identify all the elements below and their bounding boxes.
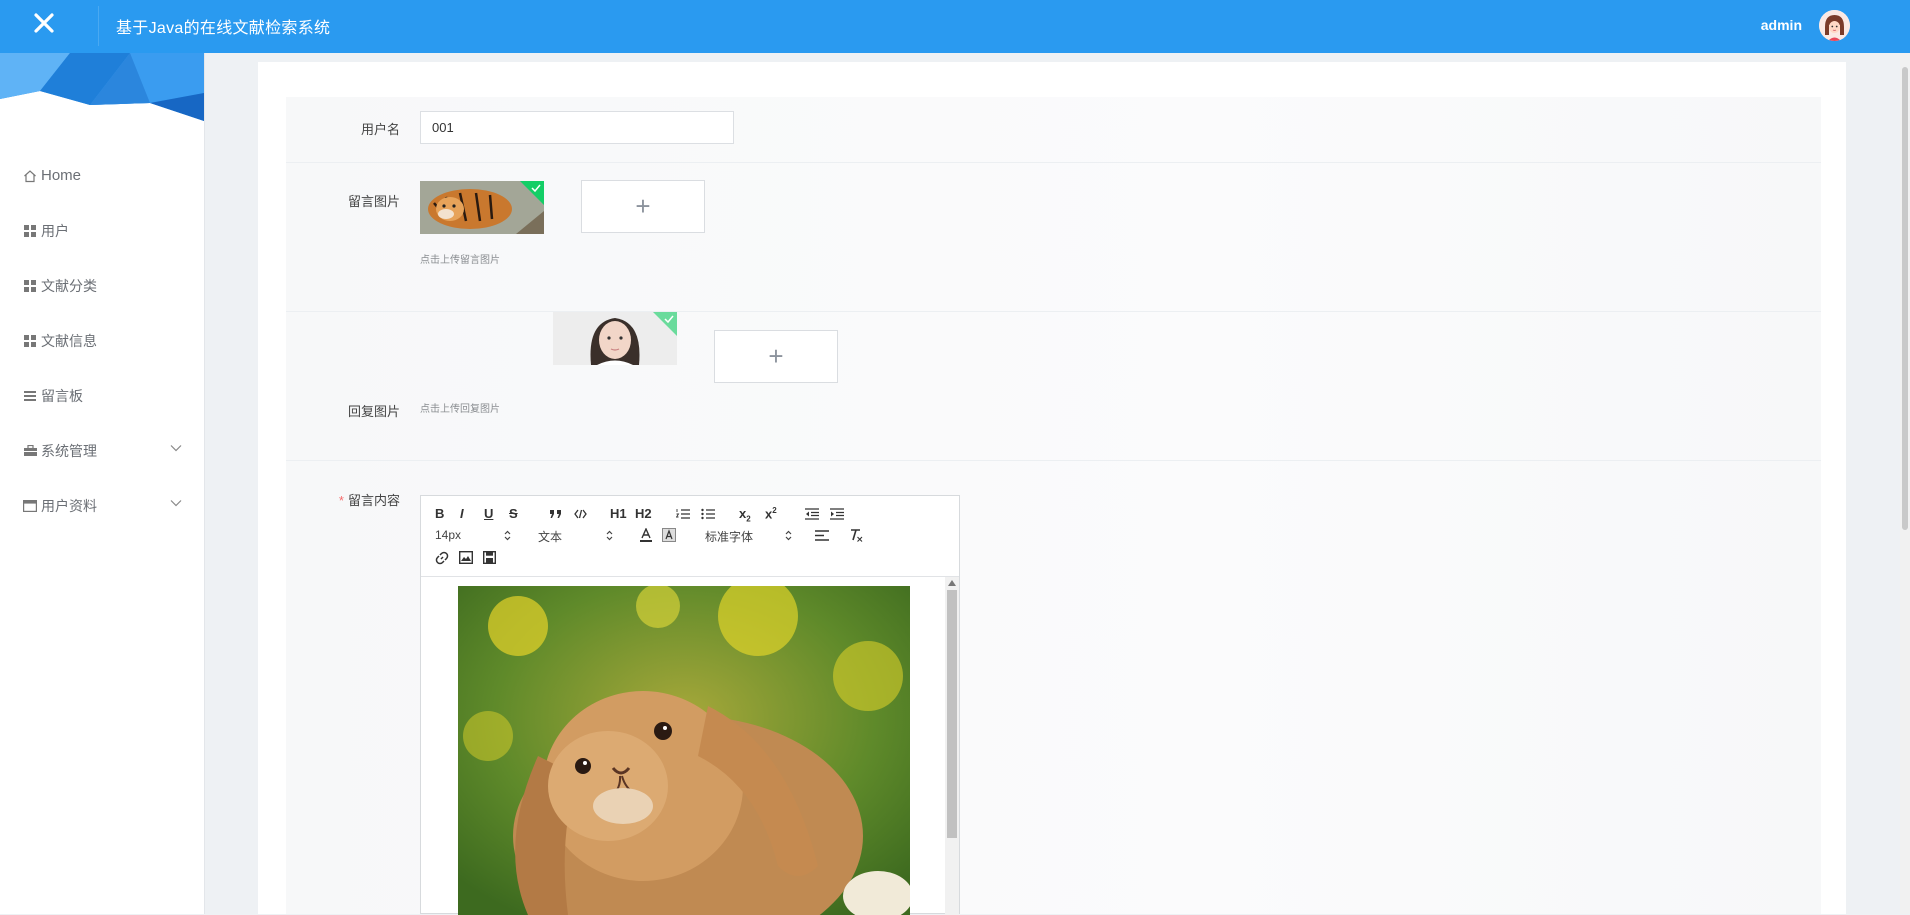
app-title: 基于Java的在线文献检索系统 [116,20,331,37]
required-mark: * [338,493,344,508]
italic-button[interactable]: I [460,506,464,521]
align-icon[interactable] [815,530,829,541]
plus-icon: + [768,341,784,371]
grid-icon [23,279,37,293]
reply-image-label: 回复图片 [347,404,400,419]
username-input[interactable] [420,111,734,144]
id-card-icon [23,499,37,513]
editor-scrollbar-thumb[interactable] [947,590,957,838]
subscript-button[interactable]: x2 [739,506,751,524]
message-image-upload-button[interactable]: + [581,180,705,233]
sidebar-item-label: 用户 [41,222,69,239]
indent-icon[interactable] [830,508,844,520]
font-size-select[interactable]: 14px [435,528,461,542]
grid-icon [23,224,37,238]
underline-button[interactable]: U [484,506,493,521]
editor-scrollbar[interactable] [945,577,959,915]
message-content-label-text: 留言内容 [347,493,400,508]
message-image-label: 留言图片 [347,194,400,209]
sidebar-item-user-profile[interactable]: 用户资料 [0,478,204,533]
background-color-icon[interactable] [662,528,676,542]
briefcase-icon [23,444,37,458]
sidebar: Home 用户 文献分类 文献信息 留言板 系统管理 用户资料 [0,53,205,914]
superscript-button[interactable]: x2 [765,506,777,521]
page-scrollbar-thumb[interactable] [1902,67,1908,530]
reply-image-hint: 点击上传回复图片 [420,404,500,415]
sidebar-item-label: 文献信息 [41,332,97,349]
select-arrows-icon [606,530,613,541]
video-icon[interactable] [483,551,496,564]
sidebar-item-label: 文献分类 [41,277,97,294]
sidebar-item-label: 留言板 [41,387,83,404]
chevron-down-icon [170,445,182,452]
close-icon [34,12,54,33]
form-row-reply-image: 回复图片 + 点击上传回复图片 [286,312,1821,461]
chevron-down-icon [170,500,182,507]
heading-1-button[interactable]: H1 [610,506,627,521]
bullet-list-icon[interactable] [701,508,715,520]
close-sidebar-button[interactable] [0,0,88,45]
message-image-hint: 点击上传留言图片 [420,255,500,266]
select-arrows-icon [504,530,511,541]
sidebar-item-label: Home [41,167,82,184]
avatar-icon [1819,10,1850,41]
list-icon [23,389,37,403]
image-icon[interactable] [459,551,473,564]
form-row-message-image: 留言图片 + 点击上传留言图片 [286,163,1821,312]
sidebar-item-label: 系统管理 [41,442,97,459]
sidebar-item-system-management[interactable]: 系统管理 [0,423,204,478]
plus-icon: + [635,191,651,221]
sidebar-item-home[interactable]: Home [0,148,204,203]
outdent-icon[interactable] [805,508,819,520]
reply-image-upload-button[interactable]: + [714,330,838,383]
sidebar-item-label: 用户资料 [41,497,97,514]
rabbit-image[interactable] [458,586,910,915]
sidebar-banner-graphic [0,53,204,121]
clear-format-icon[interactable] [849,528,863,542]
editor-toolbar: B I U S H1 H2 x2 x2 14px 文本 标准字体 [421,496,959,577]
rich-text-editor: B I U S H1 H2 x2 x2 14px 文本 标准字体 [420,495,960,915]
upload-success-badge [520,181,544,205]
heading-2-button[interactable]: H2 [635,506,652,521]
avatar[interactable] [1819,10,1850,41]
format-select[interactable]: 文本 [538,528,562,545]
link-icon[interactable] [435,551,449,565]
grid-icon [23,334,37,348]
sidebar-item-users[interactable]: 用户 [0,203,204,258]
form-row-username: 用户名 [286,97,1821,163]
editor-content-area[interactable] [421,577,959,915]
bold-button[interactable]: B [435,506,444,521]
page-scrollbar[interactable] [1900,53,1910,914]
message-content-label: * 留言内容 [286,490,400,509]
ordered-list-icon[interactable] [676,508,690,520]
select-arrows-icon [785,530,792,541]
font-color-icon[interactable] [640,528,652,542]
sidebar-menu: Home 用户 文献分类 文献信息 留言板 系统管理 用户资料 [0,148,204,533]
code-icon[interactable] [574,509,587,519]
sidebar-item-categories[interactable]: 文献分类 [0,258,204,313]
scroll-up-icon[interactable] [948,580,956,586]
sidebar-item-message-board[interactable]: 留言板 [0,368,204,423]
username-label: 用户名 [360,122,400,137]
user-name[interactable]: admin [1761,17,1802,33]
font-family-select[interactable]: 标准字体 [705,528,753,545]
sidebar-item-documents[interactable]: 文献信息 [0,313,204,368]
reply-image-thumbnail[interactable] [553,312,677,365]
top-bar: 基于Java的在线文献检索系统 admin [0,0,1910,53]
strikethrough-button[interactable]: S [509,506,518,521]
message-image-thumbnail[interactable] [420,181,544,234]
upload-success-badge [653,312,677,336]
home-icon [23,169,37,183]
blockquote-icon[interactable] [549,509,562,519]
header-divider [98,6,99,46]
